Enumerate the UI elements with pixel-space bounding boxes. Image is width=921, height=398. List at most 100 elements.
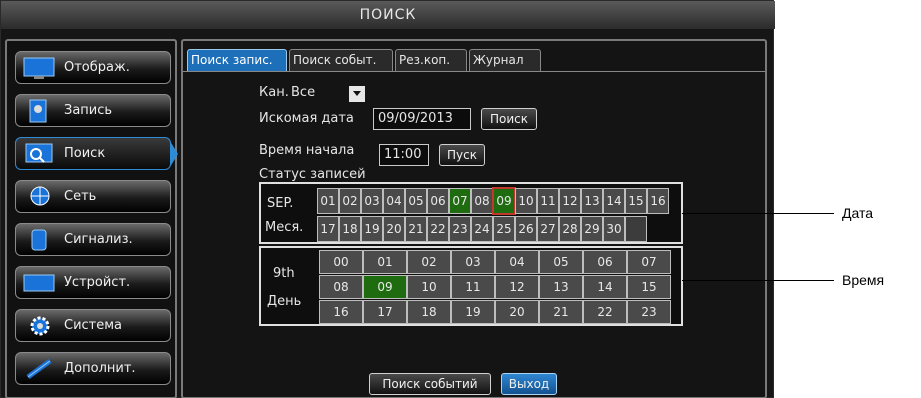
sidebar: Отображ. Запись Поиск Сеть Сигнализ. Устройст…: [5, 39, 178, 398]
date-cell[interactable]: 09: [493, 188, 515, 214]
date-cell[interactable]: 30: [603, 216, 625, 242]
hour-cell[interactable]: 00: [319, 250, 363, 274]
hour-cell[interactable]: 18: [407, 300, 451, 324]
sidebar-item-7[interactable]: Дополнит.: [15, 352, 171, 385]
date-cell[interactable]: 02: [339, 188, 361, 214]
start-time-field[interactable]: 11:00: [379, 144, 429, 166]
sidebar-item-1[interactable]: Запись: [15, 94, 171, 127]
date-cell[interactable]: 04: [383, 188, 405, 214]
date-cell[interactable]: 20: [383, 216, 405, 242]
date-cell[interactable]: 26: [515, 216, 537, 242]
sidebar-item-label: Поиск: [64, 146, 106, 161]
day-label: 9th: [273, 266, 295, 281]
date-annotation-label: Дата: [842, 205, 874, 221]
sidebar-item-label: Сеть: [64, 189, 97, 204]
date-cell[interactable]: 11: [537, 188, 559, 214]
date-cell[interactable]: 18: [339, 216, 361, 242]
exit-button[interactable]: Выход: [501, 373, 557, 395]
hour-cell[interactable]: 23: [627, 300, 671, 324]
date-cell[interactable]: 15: [625, 188, 647, 214]
date-cell[interactable]: 25: [493, 216, 515, 242]
date-cell[interactable]: 27: [537, 216, 559, 242]
date-cell[interactable]: 03: [361, 188, 383, 214]
sidebar-item-3[interactable]: Сеть: [15, 180, 171, 213]
hour-cell[interactable]: 15: [627, 275, 671, 299]
hour-cell[interactable]: 19: [451, 300, 495, 324]
search-date-field[interactable]: 09/09/2013: [373, 108, 471, 130]
date-cell[interactable]: 05: [405, 188, 427, 214]
sidebar-item-label: Устройст.: [64, 275, 131, 290]
sidebar-item-label: Дополнит.: [64, 361, 136, 376]
network-icon: [22, 185, 58, 209]
record-icon: [22, 99, 58, 123]
channel-select[interactable]: Все: [291, 85, 315, 100]
sidebar-item-2[interactable]: Поиск: [15, 137, 178, 170]
hour-cell[interactable]: 10: [407, 275, 451, 299]
date-annotation-line: [682, 213, 834, 214]
date-cell[interactable]: 06: [427, 188, 449, 214]
tab-log[interactable]: Журнал: [469, 49, 541, 71]
tools-icon: [22, 357, 58, 381]
hour-cell[interactable]: 22: [583, 300, 627, 324]
tab-underline: [183, 71, 765, 72]
hour-cell[interactable]: 03: [451, 250, 495, 274]
sidebar-item-label: Запись: [64, 103, 113, 118]
tab-event-search[interactable]: Поиск событ.: [289, 49, 393, 71]
hour-cell[interactable]: 11: [451, 275, 495, 299]
hour-cell[interactable]: 02: [407, 250, 451, 274]
date-cell[interactable]: 16: [647, 188, 669, 214]
date-cell[interactable]: 07: [449, 188, 471, 214]
hour-cell[interactable]: 21: [539, 300, 583, 324]
date-cell[interactable]: 28: [559, 216, 581, 242]
chevron-down-icon[interactable]: [349, 86, 365, 102]
hour-cell[interactable]: 07: [627, 250, 671, 274]
date-cell[interactable]: 24: [471, 216, 493, 242]
hour-cell[interactable]: 04: [495, 250, 539, 274]
date-cell[interactable]: 08: [471, 188, 493, 214]
hour-cell[interactable]: 20: [495, 300, 539, 324]
active-arrow-icon: [170, 141, 178, 167]
screenshot-stage: ПОИСК Отображ. Запись Поиск Сеть Сигнализ. Ус…: [0, 0, 921, 398]
date-cell[interactable]: 29: [581, 216, 603, 242]
date-cell[interactable]: 19: [361, 216, 383, 242]
hour-cell[interactable]: 09: [363, 275, 407, 299]
date-cell[interactable]: 12: [559, 188, 581, 214]
sidebar-item-0[interactable]: Отображ.: [15, 51, 171, 84]
hour-cell[interactable]: 12: [495, 275, 539, 299]
date-cell[interactable]: 17: [317, 216, 339, 242]
month-caption: Меся.: [265, 220, 304, 235]
sidebar-item-6[interactable]: Система: [15, 309, 171, 342]
sidebar-item-label: Сигнализ.: [64, 232, 133, 247]
tab-backup[interactable]: Рез.коп.: [395, 49, 467, 71]
date-cell[interactable]: 13: [581, 188, 603, 214]
date-cell[interactable]: 01: [317, 188, 339, 214]
sidebar-item-4[interactable]: Сигнализ.: [15, 223, 171, 256]
hour-cell[interactable]: 16: [319, 300, 363, 324]
search-date-label: Искомая дата: [259, 111, 354, 126]
date-cell[interactable]: 21: [405, 216, 427, 242]
date-cell[interactable]: 10: [515, 188, 537, 214]
hour-cell[interactable]: 05: [539, 250, 583, 274]
time-grid: 9th День 00 01 02 03 04 05 06 07 08 09 10 11 12 13 14 1…: [259, 246, 683, 326]
dvr-window: ПОИСК Отображ. Запись Поиск Сеть Сигнализ. Ус…: [0, 0, 775, 398]
date-cell[interactable]: 23: [449, 216, 471, 242]
hour-cell[interactable]: 14: [583, 275, 627, 299]
start-time-label: Время начала: [259, 143, 355, 158]
monitor-icon: [22, 56, 58, 80]
event-search-button[interactable]: Поиск событий: [369, 373, 491, 395]
hour-cell[interactable]: 06: [583, 250, 627, 274]
hour-cell[interactable]: 01: [363, 250, 407, 274]
date-cell[interactable]: 22: [427, 216, 449, 242]
sidebar-item-5[interactable]: Устройст.: [15, 266, 171, 299]
time-annotation-label: Время: [842, 272, 885, 288]
hour-cell[interactable]: 13: [539, 275, 583, 299]
tab-record-search[interactable]: Поиск запис.: [187, 49, 287, 71]
alarm-icon: [22, 228, 58, 252]
day-caption: День: [267, 294, 302, 309]
date-cell[interactable]: 14: [603, 188, 625, 214]
hour-cell[interactable]: 08: [319, 275, 363, 299]
start-button[interactable]: Пуск: [439, 144, 485, 166]
date-cell: [625, 216, 647, 242]
search-button[interactable]: Поиск: [481, 108, 537, 130]
hour-cell[interactable]: 17: [363, 300, 407, 324]
